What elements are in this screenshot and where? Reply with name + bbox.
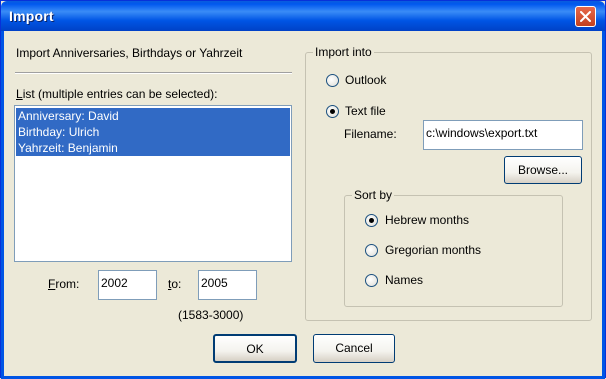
outlook-label[interactable]: Outlook [345, 73, 386, 87]
names-radio[interactable] [365, 274, 378, 287]
window-title: Import [9, 8, 54, 24]
to-label: to: [168, 277, 181, 291]
gregorian-months-radio[interactable] [365, 244, 378, 257]
cancel-button[interactable]: Cancel [313, 334, 395, 363]
list-item[interactable]: Birthday: Ulrich [16, 124, 290, 140]
year-range-note: (1583-3000) [178, 308, 244, 322]
title-bar[interactable]: Import [1, 1, 605, 31]
list-label: List (multiple entries can be selected): [16, 87, 217, 101]
list-label-text: ist (multiple entries can be selected): [22, 87, 218, 101]
close-button[interactable] [575, 6, 596, 27]
list-item[interactable]: Yahrzeit: Benjamin [16, 140, 290, 156]
ok-button[interactable]: OK [213, 334, 297, 363]
list-label-hotkey: L [16, 87, 23, 101]
import-heading: Import Anniversaries, Birthdays or Yahrz… [16, 46, 243, 60]
outlook-radio[interactable] [326, 74, 339, 87]
to-label-text: o: [171, 277, 182, 291]
names-label[interactable]: Names [385, 273, 423, 287]
import-dialog: Import Import Anniversaries, Birthdays o… [0, 0, 606, 379]
sort-by-label: Sort by [352, 188, 395, 202]
hebrew-months-radio[interactable] [365, 214, 378, 227]
entries-listbox[interactable]: Anniversary: David Birthday: Ulrich Yahr… [14, 105, 292, 262]
window-border-right [602, 31, 605, 376]
list-item[interactable]: Anniversary: David [16, 108, 290, 124]
filename-input[interactable]: c:\windows\export.txt [423, 120, 583, 150]
text-file-radio[interactable] [326, 105, 339, 118]
hebrew-months-label[interactable]: Hebrew months [385, 213, 469, 227]
window-border-left [1, 31, 4, 376]
to-year-input[interactable]: 2005 [198, 270, 257, 300]
filename-label: Filename: [344, 127, 397, 141]
text-file-label[interactable]: Text file [345, 104, 386, 118]
from-year-input[interactable]: 2002 [98, 270, 157, 300]
gregorian-months-label[interactable]: Gregorian months [385, 243, 481, 257]
from-label: From: [48, 277, 79, 291]
from-label-text: rom: [55, 277, 80, 291]
heading-separator [15, 72, 292, 74]
close-icon [580, 11, 591, 22]
browse-button[interactable]: Browse... [504, 156, 582, 184]
import-into-label: Import into [313, 45, 374, 59]
